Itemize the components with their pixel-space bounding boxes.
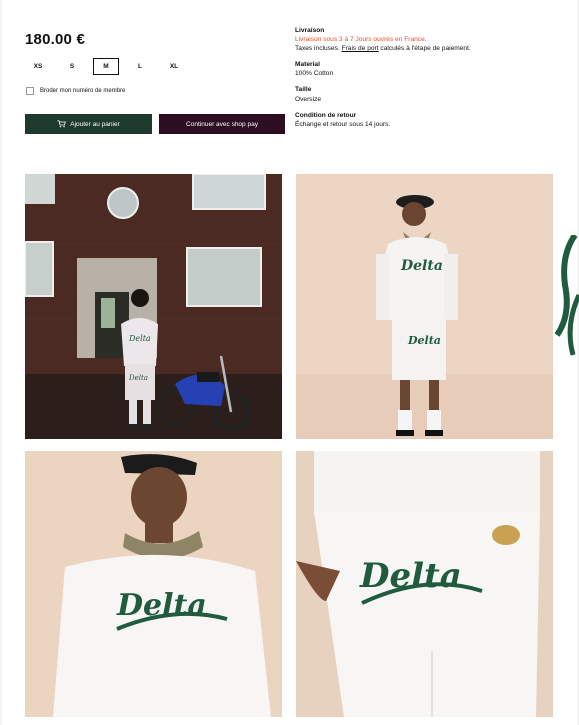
add-to-cart-label: Ajouter au panier [70,120,120,128]
product-price: 180.00 € [25,31,85,48]
embroider-checkbox[interactable] [26,87,34,95]
size-option-s[interactable]: S [59,58,85,75]
size-option-xl[interactable]: XL [161,58,187,75]
taxes-prefix: Taxes incluses. [295,45,340,53]
material-title: Material [295,61,320,69]
photo2-logo-bottom: Delta [407,334,441,347]
embroider-label: Broder mon numéro de membre [40,88,126,94]
product-info: Livraison Livraison sous 3 à 7 Jours ouv… [295,26,565,136]
product-photo-full-body[interactable]: Delta Delta [296,174,553,439]
photo1-logo-bottom: Delta [128,374,148,382]
cropped-logo-graphic [554,235,579,356]
taxes-suffix: calculés à l'étape de paiement. [380,45,471,53]
return-title: Condition de retour [295,111,357,119]
return-value: Échange et retour sous 14 jours. [295,120,391,128]
photo4-logo: Delta [359,556,462,596]
delivery-section: Livraison Livraison sous 3 à 7 Jours ouv… [295,26,565,53]
product-card: 180.00 € XS S M L XL Broder mon numéro d… [2,0,579,725]
size-selector: XS S M L XL [25,58,187,75]
taxes-line: Taxes incluses. Frais de port calculés à… [295,44,565,53]
product-photo-street[interactable]: Delta Delta [25,174,282,439]
photo2-logo-top: Delta [400,258,443,274]
size-option-l[interactable]: L [127,58,153,75]
return-section: Condition de retour Échange et retour so… [295,111,565,129]
cart-icon [57,120,67,128]
photo1-logo-top: Delta [128,334,151,343]
material-value: 100% Cotton [295,70,334,78]
delivery-title: Livraison [295,27,325,34]
shop-pay-button[interactable]: Continuer avec shop pay [159,114,285,134]
delivery-note: Livraison sous 3 à 7 Jours ouvrés en Fra… [295,36,427,44]
fit-section: Taille Oversize [295,85,565,103]
product-photo-closeup-shorts[interactable]: Delta [296,451,553,717]
product-photo-closeup-sweatshirt[interactable]: Delta [25,451,282,717]
fit-value: Oversize [295,95,322,103]
fit-title: Taille [295,86,312,94]
shop-pay-label: Continuer avec shop pay [186,120,258,128]
embroider-option[interactable]: Broder mon numéro de membre [26,87,125,95]
size-option-m[interactable]: M [93,58,119,75]
material-section: Material 100% Cotton [295,60,565,78]
size-option-xs[interactable]: XS [25,58,51,75]
shipping-link[interactable]: Frais de port [342,45,379,52]
add-to-cart-button[interactable]: Ajouter au panier [25,114,152,134]
